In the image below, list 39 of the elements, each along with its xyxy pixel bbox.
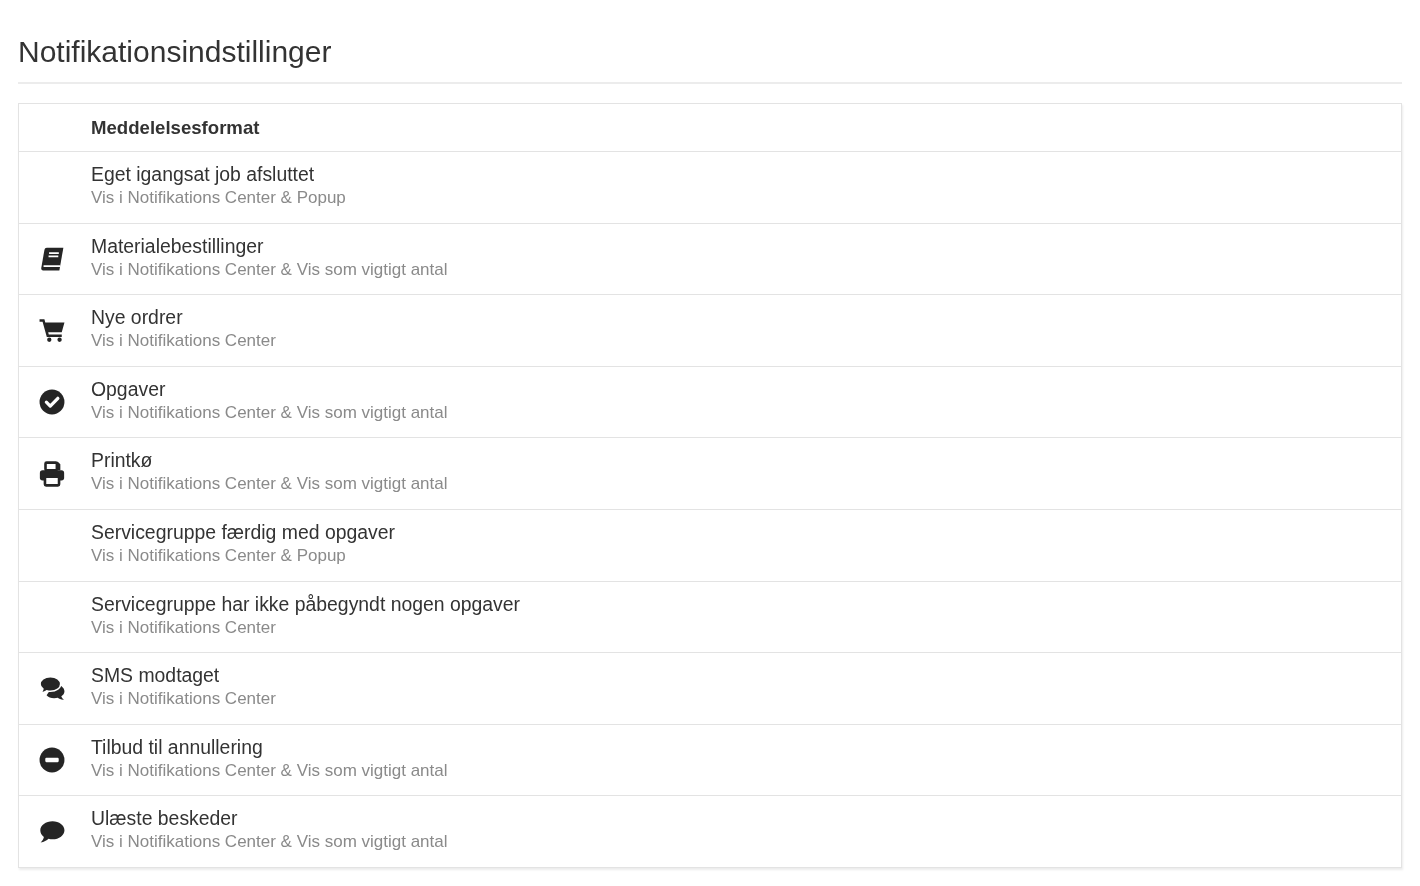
notification-title: Ulæste beskeder: [91, 806, 238, 831]
check-circle-icon: [39, 389, 65, 416]
minus-circle-icon: [39, 747, 65, 774]
notification-format: Vis i Notifikations Center & Vis som vigtigt antal: [91, 473, 448, 496]
notification-title: Tilbud til annullering: [91, 734, 263, 759]
notification-title: SMS modtaget: [91, 663, 220, 688]
chat-bubbles-icon: [39, 675, 65, 702]
notification-row[interactable]: Ulæste beskeder Vis i Notifikations Center & Vis som vigtigt antal: [19, 795, 1401, 867]
book-icon: [39, 245, 65, 272]
printer-icon: [39, 460, 65, 487]
notification-title: Printkø: [91, 448, 153, 473]
notification-row[interactable]: Nye ordrer Vis i Notifikations Center: [19, 294, 1401, 366]
notification-row[interactable]: Eget igangsat job afsluttet Vis i Notifikations Center & Popup: [19, 151, 1401, 223]
notification-row[interactable]: Opgaver Vis i Notifikations Center & Vis som vigtigt antal: [19, 365, 1401, 438]
notification-format: Vis i Notifikations Center & Vis som vigtigt antal: [91, 759, 448, 782]
notification-format: Vis i Notifikations Center: [91, 616, 276, 639]
notification-format: Vis i Notifikations Center & Popup: [91, 187, 346, 209]
notification-row[interactable]: SMS modtaget Vis i Notifikations Center: [19, 652, 1401, 724]
notification-format: Vis i Notifikations Center & Popup: [91, 544, 346, 567]
chat-bubble-icon: [39, 818, 65, 845]
cart-icon: [39, 317, 65, 344]
notification-title: Servicegruppe færdig med opgaver: [91, 519, 395, 544]
notification-title: Opgaver: [91, 376, 166, 401]
notification-format: Vis i Notifikations Center & Vis som vigtigt antal: [91, 831, 448, 854]
notification-row[interactable]: Servicegruppe færdig med opgaver Vis i Notifikations Center & Popup: [19, 508, 1401, 581]
notification-row[interactable]: Materialebestillinger Vis i Notifikations Center & Vis som vigtigt antal: [19, 222, 1401, 295]
column-header: Meddelelsesformat: [91, 116, 260, 139]
notification-row[interactable]: Printkø Vis i Notifikations Center & Vis som vigtigt antal: [19, 437, 1401, 509]
notification-format: Vis i Notifikations Center: [91, 330, 276, 353]
page-title: Notifikationsindstillinger: [18, 34, 332, 69]
notification-title: Eget igangsat job afsluttet: [91, 162, 315, 186]
notification-format: Vis i Notifikations Center: [91, 688, 276, 711]
notification-title: Nye ordrer: [91, 305, 183, 330]
notification-title: Servicegruppe har ikke påbegyndt nogen opgaver: [91, 591, 521, 616]
notification-row[interactable]: Tilbud til annullering Vis i Notifikations Center & Vis som vigtigt antal: [19, 723, 1401, 796]
notification-format: Vis i Notifikations Center & Vis som vigtigt antal: [91, 401, 448, 424]
notification-title: Materialebestillinger: [91, 233, 264, 258]
notification-format: Vis i Notifikations Center & Vis som vigtigt antal: [91, 258, 448, 281]
notification-row[interactable]: Servicegruppe har ikke påbegyndt nogen opgaver Vis i Notifikations Center: [19, 580, 1401, 653]
